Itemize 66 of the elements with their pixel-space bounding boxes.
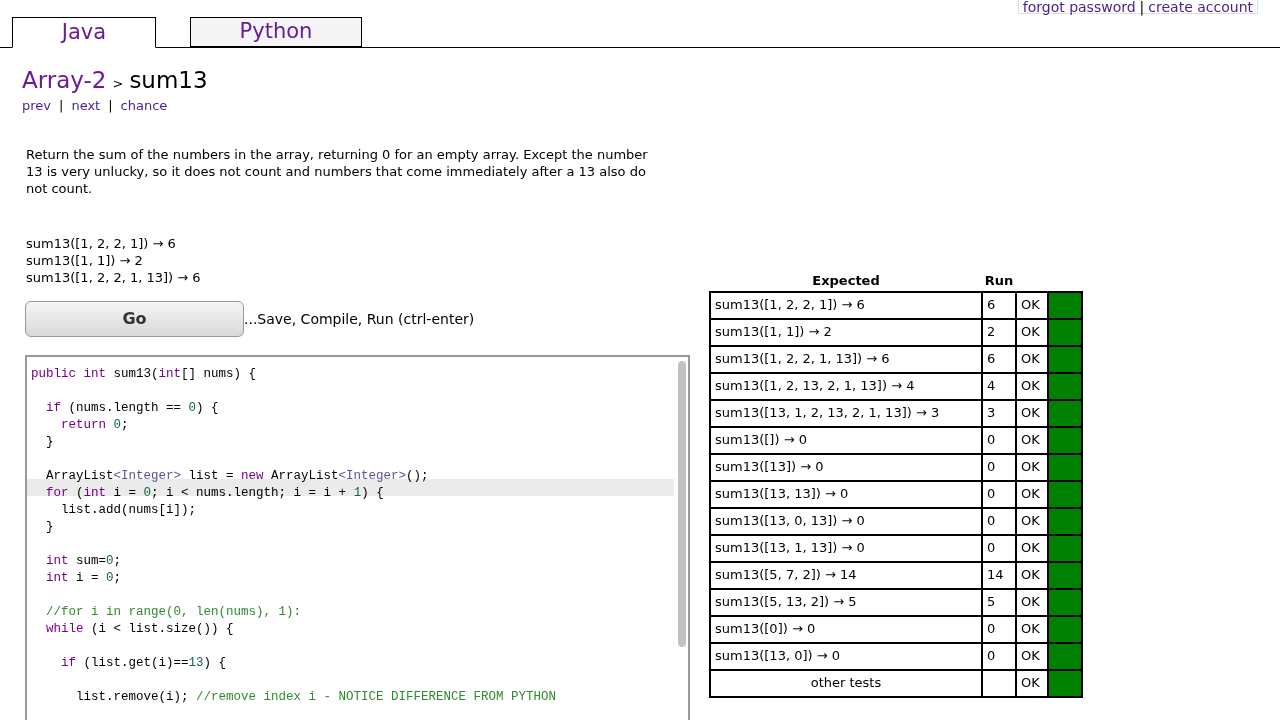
run-cell: 0 — [982, 642, 1016, 670]
expected-cell: sum13([13, 0]) → 0 — [710, 642, 982, 670]
run-cell: 0 — [982, 453, 1016, 481]
code-line: list.add(nums[i]); — [60, 503, 197, 517]
expected-cell: sum13([13, 1, 13]) → 0 — [710, 534, 982, 562]
link-separator: | — [59, 98, 64, 114]
run-cell: 0 — [982, 615, 1016, 643]
breadcrumb-separator: > — [112, 75, 124, 93]
expected-cell: sum13([5, 13, 2]) → 5 — [710, 588, 982, 616]
run-cell — [982, 669, 1016, 697]
nav-link[interactable]: next — [71, 98, 101, 114]
run-cell: 2 — [982, 318, 1016, 346]
code-line: public int sum13(int[] nums) { — [30, 367, 257, 381]
example-line: sum13([1, 2, 2, 1, 13]) → 6 — [26, 269, 202, 286]
code-line: int sum=0; — [45, 554, 122, 568]
run-cell: 0 — [982, 534, 1016, 562]
expected-cell: sum13([1, 2, 2, 1, 13]) → 6 — [710, 345, 982, 373]
expected-cell: sum13([13, 1, 2, 13, 2, 1, 13]) → 3 — [710, 399, 982, 427]
link-separator: | — [108, 98, 113, 114]
run-cell: 5 — [982, 588, 1016, 616]
account-link[interactable]: forgot password — [1022, 0, 1136, 14]
code-line: while (i < list.size()) { — [45, 622, 234, 636]
expected-cell: sum13([13]) → 0 — [710, 453, 982, 481]
code-line: for (int i = 0; i < nums.length; i = i + 1) { — [45, 486, 384, 500]
run-cell: 4 — [982, 372, 1016, 400]
expected-cell: sum13([]) → 0 — [710, 426, 982, 454]
expected-cell: sum13([5, 7, 2]) → 14 — [710, 561, 982, 589]
nav-link[interactable]: chance — [120, 98, 168, 114]
link-separator: | — [1139, 0, 1145, 14]
language-tab[interactable]: Python — [190, 17, 362, 47]
go-button[interactable]: Go — [25, 301, 244, 337]
run-cell: 6 — [982, 345, 1016, 373]
code-line: list.remove(i); //remove index i - NOTICE DIFFERENCE FROM PYTHON — [75, 690, 557, 704]
code-line: if (nums.length == 0) { — [45, 401, 219, 415]
nav-link[interactable]: prev — [22, 98, 51, 114]
expected-cell: sum13([1, 2, 2, 1]) → 6 — [710, 291, 982, 319]
scrollbar-thumb[interactable] — [678, 361, 686, 647]
section-link[interactable]: Array-2 — [22, 66, 107, 94]
language-tab[interactable]: Java — [12, 17, 156, 48]
expected-cell: sum13([13, 13]) → 0 — [710, 480, 982, 508]
code-line: int i = 0; — [45, 571, 122, 585]
run-cell: 14 — [982, 561, 1016, 589]
run-cell: 0 — [982, 507, 1016, 535]
code-line: ArrayList<Integer> list = new ArrayList<Integer>(); — [45, 469, 429, 483]
expected-cell: sum13([1, 2, 13, 2, 1, 13]) → 4 — [710, 372, 982, 400]
expected-cell: other tests — [710, 669, 982, 697]
problem-description: Return the sum of the numbers in the array, returning 0 for an empty array. Except the number 13 is very unlucky, so it does not count and numbers that come immediately after a 13 also do not count. — [25, 146, 649, 197]
code-editor[interactable] — [25, 355, 690, 720]
example-line: sum13([1, 1]) → 2 — [26, 252, 144, 269]
problem-title: sum13 — [129, 66, 208, 94]
expected-cell: sum13([0]) → 0 — [710, 615, 982, 643]
run-cell: 0 — [982, 480, 1016, 508]
code-line: } — [45, 520, 54, 534]
column-header: Run — [982, 271, 1016, 292]
example-line: sum13([1, 2, 2, 1]) → 6 — [26, 235, 177, 252]
expected-cell: sum13([13, 0, 13]) → 0 — [710, 507, 982, 535]
code-line: } — [45, 435, 54, 449]
run-cell: 0 — [982, 426, 1016, 454]
code-line: //for i in range(0, len(nums), 1): — [45, 605, 302, 619]
column-header: Expected — [710, 271, 982, 292]
expected-cell: sum13([1, 1]) → 2 — [710, 318, 982, 346]
run-cell: 6 — [982, 291, 1016, 319]
go-hint: ...Save, Compile, Run (ctrl-enter) — [244, 309, 475, 329]
run-cell: 3 — [982, 399, 1016, 427]
code-line: return 0; — [60, 418, 129, 432]
code-line: if (list.get(i)==13) { — [60, 656, 227, 670]
